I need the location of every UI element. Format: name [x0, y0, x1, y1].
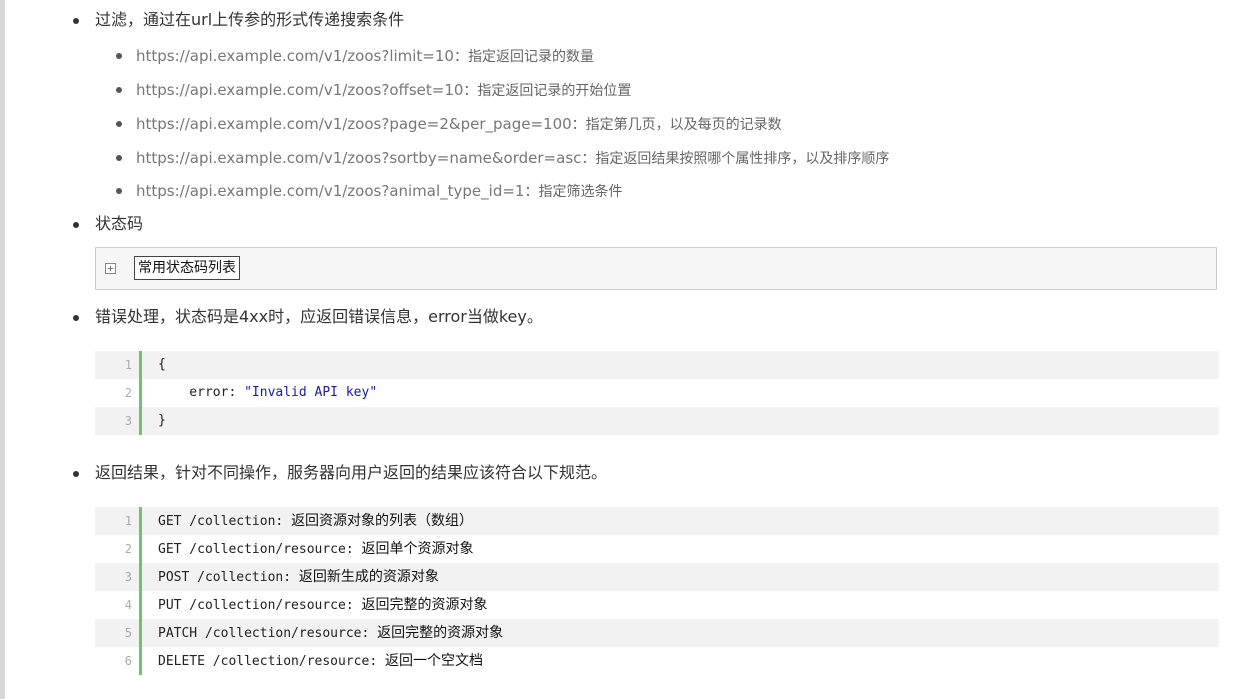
error-handling-heading: 错误处理，状态码是4xx时，应返回错误信息，error当做key。 [95, 307, 543, 326]
code-text: PUT /collection/resource: 返回完整的资源对象 [158, 591, 488, 619]
code-desc: 返回完整的资源对象 [377, 625, 504, 641]
page-left-border [0, 0, 5, 699]
bullet-filter-item [116, 87, 122, 93]
code-method: GET /collection: [158, 514, 292, 529]
filter-item-desc: ：指定筛选条件 [524, 184, 623, 200]
line-number: 5 [124, 626, 132, 640]
gutter-bar [139, 563, 142, 591]
code-key: error: [158, 385, 245, 400]
code-method: POST /collection: [158, 570, 299, 585]
error-code-block: 1 { 2 error: "Invalid API key" 3 } [95, 351, 1219, 435]
code-line: 3 } [95, 407, 1219, 435]
code-line: 1 { [95, 351, 1219, 379]
code-desc: 返回单个资源对象 [361, 541, 474, 557]
gutter-bar [139, 407, 142, 435]
code-desc: 返回新生成的资源对象 [298, 569, 439, 585]
bullet-filter-item [116, 53, 122, 59]
code-text: error: "Invalid API key" [158, 379, 377, 407]
line-number: 4 [124, 598, 132, 612]
bullet-error-handling [73, 315, 79, 321]
bullet-status-codes [73, 222, 79, 228]
line-number: 3 [124, 570, 132, 584]
code-line: 5 PATCH /collection/resource: 返回完整的资源对象 [95, 619, 1219, 647]
filter-item-url: https://api.example.com/v1/zoos?limit=10 [136, 47, 454, 65]
filter-item: https://api.example.com/v1/zoos?offset=1… [136, 79, 631, 102]
code-line: 4 PUT /collection/resource: 返回完整的资源对象 [95, 591, 1219, 619]
code-method: PUT /collection/resource: [158, 598, 362, 613]
line-number: 2 [124, 386, 132, 400]
code-line: 3 POST /collection: 返回新生成的资源对象 [95, 563, 1219, 591]
filter-item-url: https://api.example.com/v1/zoos?sortby=n… [136, 149, 582, 167]
results-heading: 返回结果，针对不同操作，服务器向用户返回的结果应该符合以下规范。 [95, 463, 608, 482]
filter-item: https://api.example.com/v1/zoos?sortby=n… [136, 147, 889, 170]
line-number: 2 [124, 542, 132, 556]
gutter-bar [139, 619, 142, 647]
status-codes-collapsed-title[interactable]: 常用状态码列表 [134, 256, 240, 280]
gutter-bar [139, 507, 142, 535]
line-number: 1 [124, 358, 132, 372]
filter-item-desc: ：指定返回记录的开始位置 [463, 83, 632, 99]
code-method: PATCH /collection/resource: [158, 626, 378, 641]
results-code-block: 1 GET /collection: 返回资源对象的列表（数组） 2 GET /… [95, 507, 1219, 675]
code-text: GET /collection/resource: 返回单个资源对象 [158, 535, 474, 563]
line-number: 3 [124, 414, 132, 428]
code-line: 1 GET /collection: 返回资源对象的列表（数组） [95, 507, 1219, 535]
code-line: 6 DELETE /collection/resource: 返回一个空文档 [95, 647, 1219, 675]
line-number: 6 [124, 654, 132, 668]
code-text: POST /collection: 返回新生成的资源对象 [158, 563, 439, 591]
line-number: 1 [124, 514, 132, 528]
code-text: DELETE /collection/resource: 返回一个空文档 [158, 647, 483, 675]
code-text: GET /collection: 返回资源对象的列表（数组） [158, 507, 473, 535]
expand-plus-icon[interactable] [105, 263, 116, 274]
code-text: } [158, 413, 166, 428]
code-desc: 返回资源对象的列表（数组） [291, 513, 474, 529]
filter-heading: 过滤，通过在url上传参的形式传递搜索条件 [95, 10, 405, 29]
code-string: "Invalid API key" [244, 385, 378, 400]
code-method: DELETE /collection/resource: [158, 654, 385, 669]
code-line: 2 GET /collection/resource: 返回单个资源对象 [95, 535, 1219, 563]
gutter-bar [139, 379, 142, 407]
filter-item: https://api.example.com/v1/zoos?page=2&p… [136, 113, 782, 136]
bullet-filter-item [116, 121, 122, 127]
filter-item-desc: ：指定返回结果按照哪个属性排序，以及排序顺序 [581, 151, 890, 167]
filter-item-desc: ：指定第几页，以及每页的记录数 [571, 117, 782, 133]
code-desc: 返回完整的资源对象 [361, 597, 488, 613]
gutter-bar [139, 647, 142, 675]
gutter-bar [139, 591, 142, 619]
filter-item-url: https://api.example.com/v1/zoos?animal_t… [136, 182, 525, 200]
status-codes-heading: 状态码 [95, 214, 144, 233]
code-method: GET /collection/resource: [158, 542, 362, 557]
bullet-filter-item [116, 188, 122, 194]
filter-item: https://api.example.com/v1/zoos?animal_t… [136, 180, 622, 203]
gutter-bar [139, 535, 142, 563]
gutter-bar [139, 351, 142, 379]
status-codes-collapsible[interactable]: 常用状态码列表 [95, 247, 1217, 290]
filter-item-desc: ：指定返回记录的数量 [453, 49, 594, 65]
code-text: PATCH /collection/resource: 返回完整的资源对象 [158, 619, 503, 647]
filter-item-url: https://api.example.com/v1/zoos?offset=1… [136, 81, 464, 99]
bullet-filter [73, 18, 79, 24]
filter-item-url: https://api.example.com/v1/zoos?page=2&p… [136, 115, 572, 133]
bullet-filter-item [116, 155, 122, 161]
code-desc: 返回一个空文档 [384, 653, 483, 669]
filter-item: https://api.example.com/v1/zoos?limit=10… [136, 45, 594, 68]
bullet-results [73, 471, 79, 477]
code-line: 2 error: "Invalid API key" [95, 379, 1219, 407]
code-text: { [158, 357, 166, 372]
